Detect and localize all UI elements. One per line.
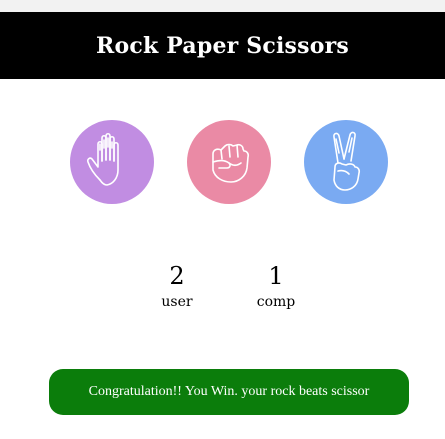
result-message: Congratulation!! You Win. your rock beat… — [49, 369, 409, 415]
top-strip — [0, 0, 445, 12]
user-score: 2 user — [137, 262, 217, 312]
app-header: Rock Paper Scissors — [0, 12, 445, 79]
result-message-text: Congratulation!! You Win. your rock beat… — [88, 384, 370, 399]
paper-choice-button[interactable] — [70, 120, 154, 204]
comp-score-label: comp — [256, 294, 296, 310]
user-score-label: user — [161, 294, 193, 310]
comp-score-value: 1 — [268, 262, 284, 290]
comp-score: 1 comp — [236, 262, 316, 312]
open-hand-icon — [87, 132, 119, 186]
choices-row — [0, 120, 445, 206]
scissor-choice-button[interactable] — [304, 120, 388, 204]
fist-icon — [212, 143, 250, 183]
victory-hand-icon — [333, 131, 361, 191]
page-title: Rock Paper Scissors — [96, 32, 349, 59]
user-score-value: 2 — [169, 262, 185, 290]
rock-choice-button[interactable] — [187, 120, 271, 204]
